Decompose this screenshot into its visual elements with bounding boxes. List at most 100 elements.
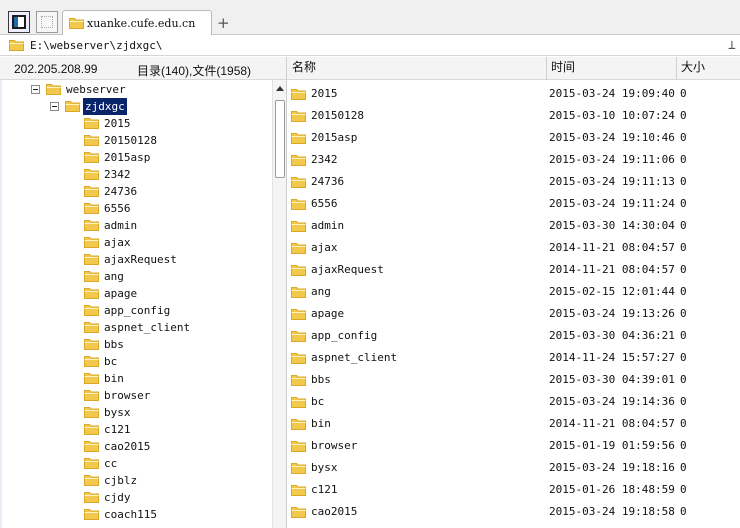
file-row[interactable]: 2015 2015-03-24 19:09:40 0 bbox=[287, 82, 740, 104]
list-header: 202.205.208.99 目录(140),文件(1958) 名称 时间 大小 bbox=[0, 57, 740, 80]
tree-item[interactable]: ajax bbox=[0, 234, 272, 251]
collapse-icon[interactable] bbox=[31, 85, 40, 94]
column-header-name[interactable]: 名称 bbox=[292, 60, 316, 78]
file-row[interactable]: 6556 2015-03-24 19:11:24 0 bbox=[287, 192, 740, 214]
file-name: 2342 bbox=[311, 153, 338, 166]
tree-item-label: 6556 bbox=[104, 202, 131, 215]
folder-icon bbox=[84, 406, 99, 418]
column-divider bbox=[286, 57, 287, 80]
file-row[interactable]: bin 2014-11-21 08:04:57 0 bbox=[287, 412, 740, 434]
file-row[interactable]: app_config 2015-03-30 04:36:21 0 bbox=[287, 324, 740, 346]
tree-item-label: coach115 bbox=[104, 508, 157, 521]
tree-item[interactable]: cjblz bbox=[0, 472, 272, 489]
tree-item-label: admin bbox=[104, 219, 138, 232]
tree-item-label: bin bbox=[104, 372, 124, 385]
collapse-icon[interactable] bbox=[50, 102, 59, 111]
file-row[interactable]: admin 2015-03-30 14:30:04 0 bbox=[287, 214, 740, 236]
tree-item[interactable]: cjdy bbox=[0, 489, 272, 506]
tree-item[interactable]: apage bbox=[0, 285, 272, 302]
column-divider[interactable] bbox=[676, 57, 677, 80]
file-size: 0 bbox=[680, 197, 687, 210]
tree-item[interactable]: ajaxRequest bbox=[0, 251, 272, 268]
tree-item[interactable]: 20150128 bbox=[0, 132, 272, 149]
folder-icon bbox=[291, 374, 306, 386]
item-count-summary: 目录(140),文件(1958) bbox=[137, 64, 252, 78]
column-divider[interactable] bbox=[546, 57, 547, 80]
file-row[interactable]: 2015asp 2015-03-24 19:10:46 0 bbox=[287, 126, 740, 148]
tree-item[interactable]: 2015 bbox=[0, 115, 272, 132]
tree-item[interactable]: 2015asp bbox=[0, 149, 272, 166]
folder-icon bbox=[84, 508, 99, 520]
tree-item[interactable]: zjdxgc bbox=[0, 98, 272, 115]
scrollbar-thumb[interactable] bbox=[275, 100, 285, 178]
column-header-size[interactable]: 大小 bbox=[681, 60, 705, 78]
address-bar: E:\webserver\zjdxgc\ ⊥ bbox=[0, 36, 740, 56]
tree-item[interactable]: 2342 bbox=[0, 166, 272, 183]
tree-item-label: 2015 bbox=[104, 117, 131, 130]
folder-icon bbox=[291, 286, 306, 298]
address-input[interactable]: E:\webserver\zjdxgc\ bbox=[30, 39, 162, 52]
tree-item[interactable]: bysx bbox=[0, 404, 272, 421]
panel-toggle-button[interactable] bbox=[8, 11, 30, 33]
tree-item[interactable]: ang bbox=[0, 268, 272, 285]
file-name: ajax bbox=[311, 241, 338, 254]
tree-item[interactable]: aspnet_client bbox=[0, 319, 272, 336]
tree-item[interactable]: browser bbox=[0, 387, 272, 404]
file-row[interactable]: cao2015 2015-03-24 19:18:58 0 bbox=[287, 500, 740, 522]
file-name: admin bbox=[311, 219, 345, 232]
scroll-up-icon[interactable] bbox=[276, 86, 284, 91]
file-time: 2015-03-30 14:30:04 bbox=[549, 219, 675, 232]
file-size: 0 bbox=[680, 329, 687, 342]
tree-item[interactable]: 6556 bbox=[0, 200, 272, 217]
file-row[interactable]: bc 2015-03-24 19:14:36 0 bbox=[287, 390, 740, 412]
tree-item[interactable]: bin bbox=[0, 370, 272, 387]
folder-icon bbox=[291, 440, 306, 452]
file-row[interactable]: bbs 2015-03-30 04:39:01 0 bbox=[287, 368, 740, 390]
file-row[interactable]: 20150128 2015-03-10 10:07:24 0 bbox=[287, 104, 740, 126]
tab-site[interactable]: xuanke.cufe.edu.cn bbox=[62, 10, 212, 35]
folder-icon bbox=[291, 462, 306, 474]
folder-icon bbox=[84, 236, 99, 248]
tree-item-label: zjdxgc bbox=[83, 98, 127, 115]
folder-icon bbox=[291, 110, 306, 122]
server-ip: 202.205.208.99 bbox=[14, 62, 98, 76]
split-icon[interactable]: ⊥ bbox=[728, 38, 736, 53]
folder-icon bbox=[9, 39, 24, 51]
file-row[interactable]: 2342 2015-03-24 19:11:06 0 bbox=[287, 148, 740, 170]
file-row[interactable]: ang 2015-02-15 12:01:44 0 bbox=[287, 280, 740, 302]
tree-scrollbar[interactable] bbox=[272, 80, 286, 528]
file-name: 6556 bbox=[311, 197, 338, 210]
column-header-time[interactable]: 时间 bbox=[551, 60, 575, 78]
tree-item[interactable]: cc bbox=[0, 455, 272, 472]
tree-item[interactable]: coach115 bbox=[0, 506, 272, 523]
folder-icon bbox=[46, 83, 61, 95]
tree-item[interactable]: bc bbox=[0, 353, 272, 370]
add-tab-button[interactable]: + bbox=[217, 14, 230, 32]
file-size: 0 bbox=[680, 131, 687, 144]
file-row[interactable]: 24736 2015-03-24 19:11:13 0 bbox=[287, 170, 740, 192]
file-row[interactable]: ajax 2014-11-21 08:04:57 0 bbox=[287, 236, 740, 258]
tree-item[interactable]: webserver bbox=[0, 81, 272, 98]
tree-item-label: ajaxRequest bbox=[104, 253, 177, 266]
folder-icon bbox=[84, 321, 99, 333]
folder-icon bbox=[84, 457, 99, 469]
file-size: 0 bbox=[680, 373, 687, 386]
tree-item[interactable]: admin bbox=[0, 217, 272, 234]
tree-item[interactable]: c121 bbox=[0, 421, 272, 438]
new-window-button[interactable] bbox=[36, 11, 58, 33]
tree-item[interactable]: app_config bbox=[0, 302, 272, 319]
file-row[interactable]: bysx 2015-03-24 19:18:16 0 bbox=[287, 456, 740, 478]
file-name: bc bbox=[311, 395, 325, 408]
window-icon bbox=[41, 16, 53, 28]
file-row[interactable]: ajaxRequest 2014-11-21 08:04:57 0 bbox=[287, 258, 740, 280]
file-time: 2015-03-24 19:11:06 bbox=[549, 153, 675, 166]
tree-item[interactable]: 24736 bbox=[0, 183, 272, 200]
file-row[interactable]: apage 2015-03-24 19:13:26 0 bbox=[287, 302, 740, 324]
file-row[interactable]: aspnet_client 2014-11-24 15:57:27 0 bbox=[287, 346, 740, 368]
file-row[interactable]: browser 2015-01-19 01:59:56 0 bbox=[287, 434, 740, 456]
file-time: 2015-03-30 04:36:21 bbox=[549, 329, 675, 342]
tree-item[interactable]: cao2015 bbox=[0, 438, 272, 455]
file-row[interactable]: c121 2015-01-26 18:48:59 0 bbox=[287, 478, 740, 500]
folder-icon bbox=[291, 264, 306, 276]
tree-item[interactable]: bbs bbox=[0, 336, 272, 353]
